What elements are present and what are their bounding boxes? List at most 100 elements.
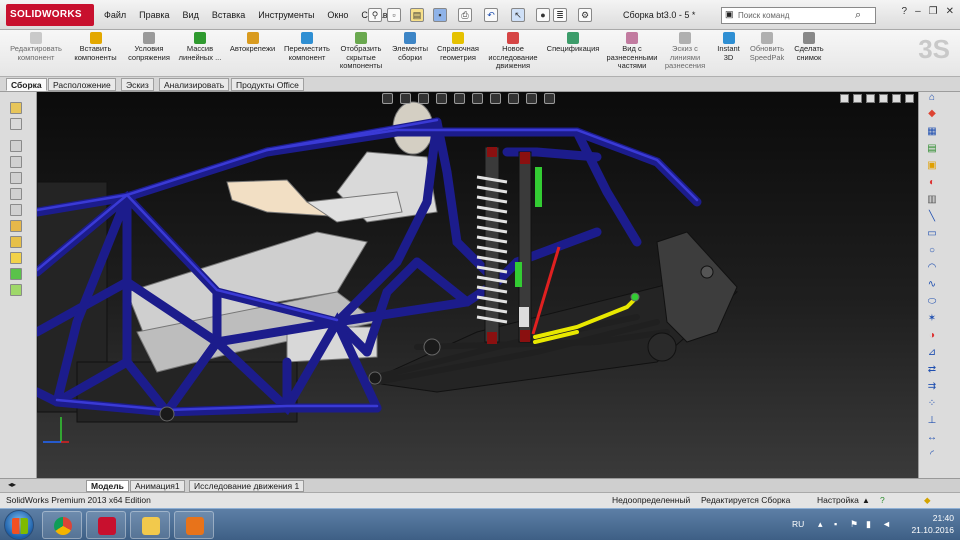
tab-layout[interactable]: Расположение — [48, 78, 116, 91]
help-icon[interactable]: ? — [902, 6, 908, 17]
component-icon[interactable] — [10, 236, 22, 248]
taskbar-chrome[interactable] — [42, 511, 82, 539]
zoom-area-icon[interactable] — [400, 93, 411, 104]
ribbon-button-mate[interactable]: Условия сопряжения — [123, 32, 175, 75]
print-icon[interactable]: ⎙ — [458, 8, 472, 22]
assembly-model-render[interactable] — [37, 92, 918, 478]
taskbar-solidworks[interactable] — [86, 511, 126, 539]
tab-analyze[interactable]: Анализировать — [159, 78, 230, 91]
menu-file[interactable]: Файл — [104, 10, 126, 20]
sketch-fillet-icon[interactable]: ◜ — [926, 449, 938, 461]
tab-office-products[interactable]: Продукты Office — [231, 78, 304, 91]
design-library-icon[interactable]: ▦ — [926, 126, 938, 138]
tab-scroll-icon[interactable]: ◂▸ — [8, 480, 16, 489]
file-properties-icon[interactable]: ≣ — [553, 8, 567, 22]
sketch-offset-icon[interactable]: ⇉ — [926, 381, 938, 393]
customize-menu[interactable]: Настройка — [817, 493, 859, 508]
sketch-spline-icon[interactable]: ∿ — [926, 279, 938, 291]
language-indicator[interactable]: RU — [792, 519, 804, 529]
open-folder-icon[interactable]: ▤ — [410, 8, 424, 22]
pin-icon[interactable]: ⚲ — [368, 8, 382, 22]
clock[interactable]: 21:40 21.10.2016 — [911, 512, 954, 536]
sketch-rectangle-icon[interactable]: ▭ — [926, 228, 938, 240]
file-explorer-pane-icon[interactable]: ▤ — [926, 143, 938, 155]
options-gear-icon[interactable]: ⚙ — [578, 8, 592, 22]
tray-expand-icon[interactable]: ▴ — [818, 519, 828, 529]
edit-appearance-icon[interactable] — [508, 93, 519, 104]
apply-scene-icon[interactable] — [526, 93, 537, 104]
custom-properties-icon[interactable]: ▥ — [926, 194, 938, 206]
close-icon[interactable]: ✕ — [946, 6, 954, 17]
help-status-icon[interactable]: ? — [880, 493, 885, 508]
task-pane-resources-icon[interactable]: ◆ — [926, 108, 938, 120]
search-icon[interactable]: ⌕ — [855, 9, 861, 22]
sketch-pattern-icon[interactable]: ⁘ — [926, 398, 938, 410]
tab-assembly[interactable]: Сборка — [6, 78, 47, 91]
tree-item-icon[interactable] — [10, 156, 22, 168]
taskbar-app[interactable] — [174, 511, 214, 539]
ribbon-button-exploded-view[interactable]: Вид с разнесенными частями — [604, 32, 660, 75]
view-settings-icon[interactable] — [544, 93, 555, 104]
ribbon-button-insert-components[interactable]: Вставить компоненты — [68, 32, 123, 75]
quick-tips-icon[interactable]: ◆ — [924, 493, 931, 508]
sketch-color-icon[interactable]: ◑ — [926, 330, 938, 342]
display-style-icon[interactable] — [472, 93, 483, 104]
chevron-up-icon[interactable]: ▲ — [862, 493, 870, 508]
sketch-relations-icon[interactable]: ⊥ — [926, 415, 938, 427]
hide-show-items-icon[interactable] — [490, 93, 501, 104]
graphics-viewport[interactable] — [37, 92, 918, 478]
menu-edit[interactable]: Правка — [139, 10, 169, 20]
viewport-split-icon[interactable] — [853, 94, 862, 103]
tree-item-icon[interactable] — [10, 204, 22, 216]
undo-icon[interactable]: ↶ — [484, 8, 498, 22]
view-orientation-icon[interactable] — [454, 93, 465, 104]
sketch-circle-icon[interactable]: ○ — [926, 245, 938, 257]
menu-view[interactable]: Вид — [183, 10, 199, 20]
component-icon[interactable] — [10, 284, 22, 296]
ribbon-button-smart-fasteners[interactable]: Автокрепежи — [225, 32, 280, 75]
ribbon-button-reference-geometry[interactable]: Справочная геометрия — [432, 32, 484, 75]
ribbon-button-motion-study[interactable]: Новое исследование движения — [484, 32, 542, 75]
sketch-arc-icon[interactable]: ◠ — [926, 262, 938, 274]
rebuild-traffic-light-icon[interactable]: ● — [536, 8, 550, 22]
command-search-input[interactable]: Поиск команд — [721, 7, 876, 24]
restore-icon[interactable]: ❐ — [929, 6, 938, 17]
viewport-minimize-icon[interactable] — [879, 94, 888, 103]
ribbon-button-snapshot[interactable]: Сделать снимок — [788, 32, 830, 75]
start-button[interactable] — [4, 510, 34, 540]
mates-folder-icon[interactable] — [10, 220, 22, 232]
tab-animation1[interactable]: Анимация1 — [130, 480, 185, 492]
sketch-dimension-icon[interactable]: ↔ — [926, 432, 938, 444]
sketch-line-icon[interactable]: ╲ — [926, 211, 938, 223]
menu-tools[interactable]: Инструменты — [258, 10, 314, 20]
select-arrow-icon[interactable]: ↖ — [511, 8, 525, 22]
zoom-to-fit-icon[interactable] — [382, 93, 393, 104]
menu-window[interactable]: Окно — [327, 10, 348, 20]
ribbon-button-edit-component[interactable]: Редактировать компонент — [5, 32, 67, 75]
tree-item-icon[interactable] — [10, 140, 22, 152]
task-pane-home-icon[interactable]: ⌂ — [926, 92, 938, 104]
appearances-icon[interactable]: ◐ — [926, 177, 938, 189]
sketch-trim-icon[interactable]: ⊿ — [926, 347, 938, 359]
ribbon-button-bom[interactable]: Спецификация — [542, 32, 604, 75]
solidworks-logo[interactable]: SOLIDWORKS — [6, 4, 94, 26]
component-icon[interactable] — [10, 252, 22, 264]
taskbar-explorer[interactable] — [130, 511, 170, 539]
tree-item-icon[interactable] — [10, 188, 22, 200]
ribbon-button-instant3d[interactable]: Instant 3D — [711, 32, 746, 75]
ribbon-button-explode-line-sketch[interactable]: Эскиз с линиями разнесения — [660, 32, 710, 75]
property-manager-icon[interactable] — [10, 118, 22, 130]
minimize-icon[interactable]: – — [915, 6, 921, 17]
ribbon-button-speedpak[interactable]: Обновить SpeedPak — [746, 32, 788, 75]
ribbon-button-assembly-features[interactable]: Элементы сборки — [388, 32, 432, 75]
component-icon[interactable] — [10, 268, 22, 280]
previous-view-icon[interactable] — [418, 93, 429, 104]
tab-model[interactable]: Модель — [86, 480, 129, 492]
section-view-icon[interactable] — [436, 93, 447, 104]
sketch-point-icon[interactable]: ✶ — [926, 313, 938, 325]
sketch-ellipse-icon[interactable]: ⬭ — [926, 296, 938, 308]
feature-tree-icon[interactable] — [10, 102, 22, 114]
volume-icon[interactable]: ◄ — [882, 519, 892, 529]
network-icon[interactable]: ▮ — [866, 519, 876, 529]
sketch-mirror-icon[interactable]: ⇄ — [926, 364, 938, 376]
